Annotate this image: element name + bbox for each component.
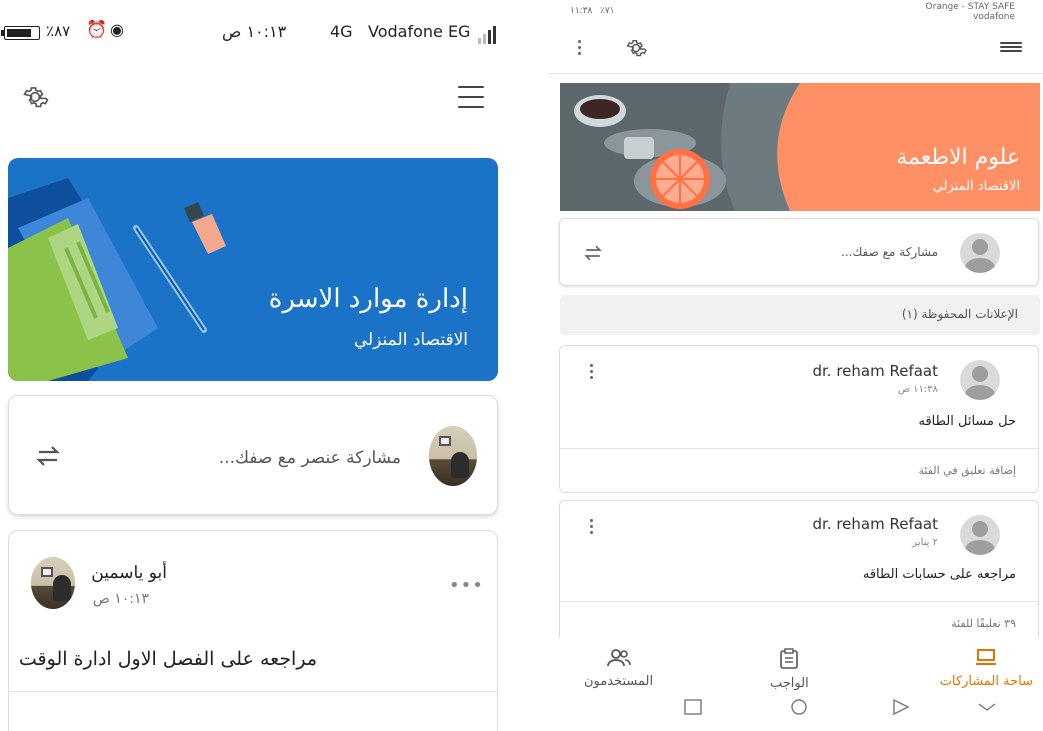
nav-people[interactable]: المستخدمون — [584, 648, 653, 689]
alarm-icon: ⏰ — [86, 20, 108, 40]
post-time: ٢ يناير — [912, 537, 938, 548]
menu-icon[interactable] — [1000, 42, 1022, 52]
repost-icon[interactable] — [582, 241, 604, 265]
signal-icon — [478, 26, 496, 44]
more-options-icon[interactable] — [590, 519, 593, 534]
post-author-name: dr. reham Refaat — [812, 362, 938, 380]
share-placeholder: مشاركة عنصر مع صفك... — [218, 448, 401, 468]
overflow-menu-icon[interactable] — [578, 40, 581, 55]
location-icon: ◉ — [110, 20, 124, 39]
post-time: ١١:٣٨ ص — [897, 384, 938, 395]
home-icon[interactable] — [788, 698, 810, 716]
battery-percent: ٪٨٧ — [46, 22, 71, 40]
status-bar: ١١:٣٨ ٪٧١ Orange - STAY SAFE vodafone — [548, 0, 1043, 30]
bottom-navigation: ساحة المشاركات الواجب المستخدمون — [548, 638, 1043, 731]
stream-post-card: dr. reham Refaat ١١:٣٨ ص حل مسائل الطاقه… — [559, 345, 1039, 493]
post-time: ١٠:١٣ ص — [92, 591, 149, 607]
share-with-class-card[interactable]: مشاركة عنصر مع صفك... — [8, 395, 498, 515]
post-body: حل مسائل الطاقه — [918, 414, 1016, 429]
class-banner[interactable]: إدارة موارد الاسرة الاقتصاد المنزلي — [8, 158, 498, 381]
nav-stream-label: ساحة المشاركات — [939, 674, 1033, 689]
stream-post-card: dr. reham Refaat ٢ يناير مراجعه على حساب… — [559, 500, 1039, 660]
post-author-avatar — [960, 515, 1000, 555]
post-divider — [9, 691, 497, 692]
repost-icon[interactable] — [35, 440, 61, 472]
saved-announcements-label: الإعلانات المحفوظة (١) — [901, 307, 1018, 321]
share-placeholder: مشاركة مع صفك... — [841, 245, 938, 259]
nav-stream[interactable]: ساحة المشاركات — [940, 648, 1033, 689]
chevron-down-icon[interactable] — [976, 698, 998, 716]
stream-post-card: أبو ياسمين ١٠:١٣ ص ••• مراجعه على الفصل … — [8, 530, 498, 731]
class-banner[interactable]: علوم الاطعمة الاقتصاد المنزلي — [560, 83, 1040, 211]
settings-gear-icon[interactable] — [20, 82, 50, 112]
battery-icon — [1, 26, 40, 40]
nav-people-label: المستخدمون — [584, 674, 654, 689]
top-app-bar — [548, 28, 1043, 74]
carrier-info: Orange - STAY SAFE vodafone — [926, 2, 1015, 22]
more-options-icon[interactable] — [590, 364, 593, 379]
user-avatar — [429, 426, 477, 486]
right-phone-screen: ١١:٣٨ ٪٧١ Orange - STAY SAFE vodafone عل… — [548, 0, 1043, 731]
carrier-name: Vodafone EG — [368, 22, 471, 41]
share-with-class-card[interactable]: مشاركة مع صفك... — [559, 218, 1039, 286]
menu-icon[interactable] — [458, 86, 484, 108]
user-avatar — [960, 233, 1000, 273]
post-author-name: أبو ياسمين — [91, 563, 167, 583]
class-subtitle: الاقتصاد المنزلي — [932, 179, 1020, 194]
nav-classwork-label: الواجب — [770, 676, 809, 691]
class-comments-link[interactable]: ٣٩ تعليقًا للفئة — [951, 617, 1016, 630]
post-body: مراجعه على الفصل الاول ادارة الوقت — [18, 648, 317, 670]
post-divider — [560, 448, 1038, 449]
post-body: مراجعه على حسابات الطاقه — [862, 567, 1016, 582]
more-options-icon[interactable]: ••• — [449, 575, 484, 596]
status-time: ١١:٣٨ — [570, 6, 593, 16]
post-author-avatar — [31, 557, 75, 609]
class-subtitle: الاقتصاد المنزلي — [353, 330, 468, 350]
stream-icon — [976, 649, 997, 665]
recent-apps-icon[interactable] — [682, 698, 704, 716]
post-author-avatar — [960, 360, 1000, 400]
nav-classwork[interactable]: الواجب — [770, 648, 809, 691]
status-bar: ٪٨٧ ⏰ ◉ ١٠:١٣ ص 4G Vodafone EG — [0, 0, 508, 64]
class-title: علوم الاطعمة — [896, 145, 1020, 170]
battery-percent: ٪٧١ — [600, 6, 615, 16]
network-type: 4G — [330, 22, 353, 41]
back-icon[interactable] — [890, 698, 912, 716]
add-class-comment-link[interactable]: إضافة تعليق في الفئة — [918, 464, 1016, 477]
people-icon — [606, 649, 631, 667]
class-title: إدارة موارد الاسرة — [268, 284, 468, 314]
post-author-name: dr. reham Refaat — [812, 515, 938, 533]
carrier-line-1: Orange - STAY SAFE — [925, 2, 1015, 12]
carrier-line-2: vodafone — [973, 12, 1015, 22]
status-time: ١٠:١٣ ص — [222, 22, 287, 41]
saved-announcements-bar[interactable]: الإعلانات المحفوظة (١) — [560, 295, 1040, 335]
classwork-icon — [780, 648, 799, 669]
post-divider — [560, 601, 1038, 602]
left-phone-screen: ٪٨٧ ⏰ ◉ ١٠:١٣ ص 4G Vodafone EG إدارة موا… — [0, 0, 508, 731]
settings-gear-icon[interactable] — [624, 36, 648, 60]
